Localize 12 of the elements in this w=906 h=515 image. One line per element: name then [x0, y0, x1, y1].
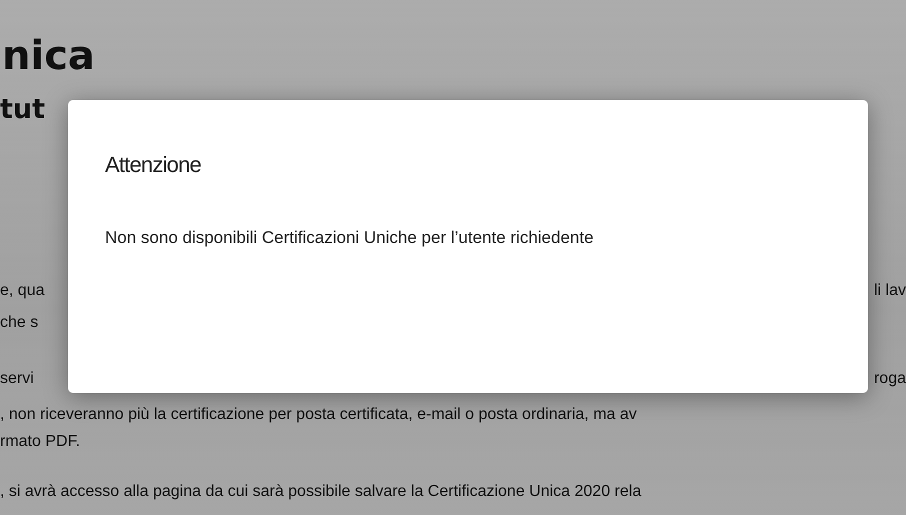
paragraph-text: li lav	[874, 281, 906, 301]
paragraph-text: che s	[0, 313, 38, 333]
paragraph-text: e, qua	[0, 281, 44, 301]
paragraph-text: rmato PDF.	[0, 432, 80, 452]
paragraph-text: , si avrà accesso alla pagina da cui sarà possibile salvare la Certificazione Unica 2020 rela	[0, 482, 642, 502]
page-subheading: tut	[0, 93, 46, 127]
dialog-message: Non sono disponibili Certificazioni Uniche per l’utente richiedente	[105, 227, 595, 249]
paragraph-text: , non riceveranno più la certificazione per posta certificata, e-mail o posta ordinaria, ma av	[0, 405, 637, 425]
paragraph-text: servi	[0, 369, 34, 389]
page-heading: nica	[1, 32, 96, 81]
paragraph-text: roga	[874, 369, 906, 389]
dialog-title: Attenzione	[105, 151, 202, 179]
